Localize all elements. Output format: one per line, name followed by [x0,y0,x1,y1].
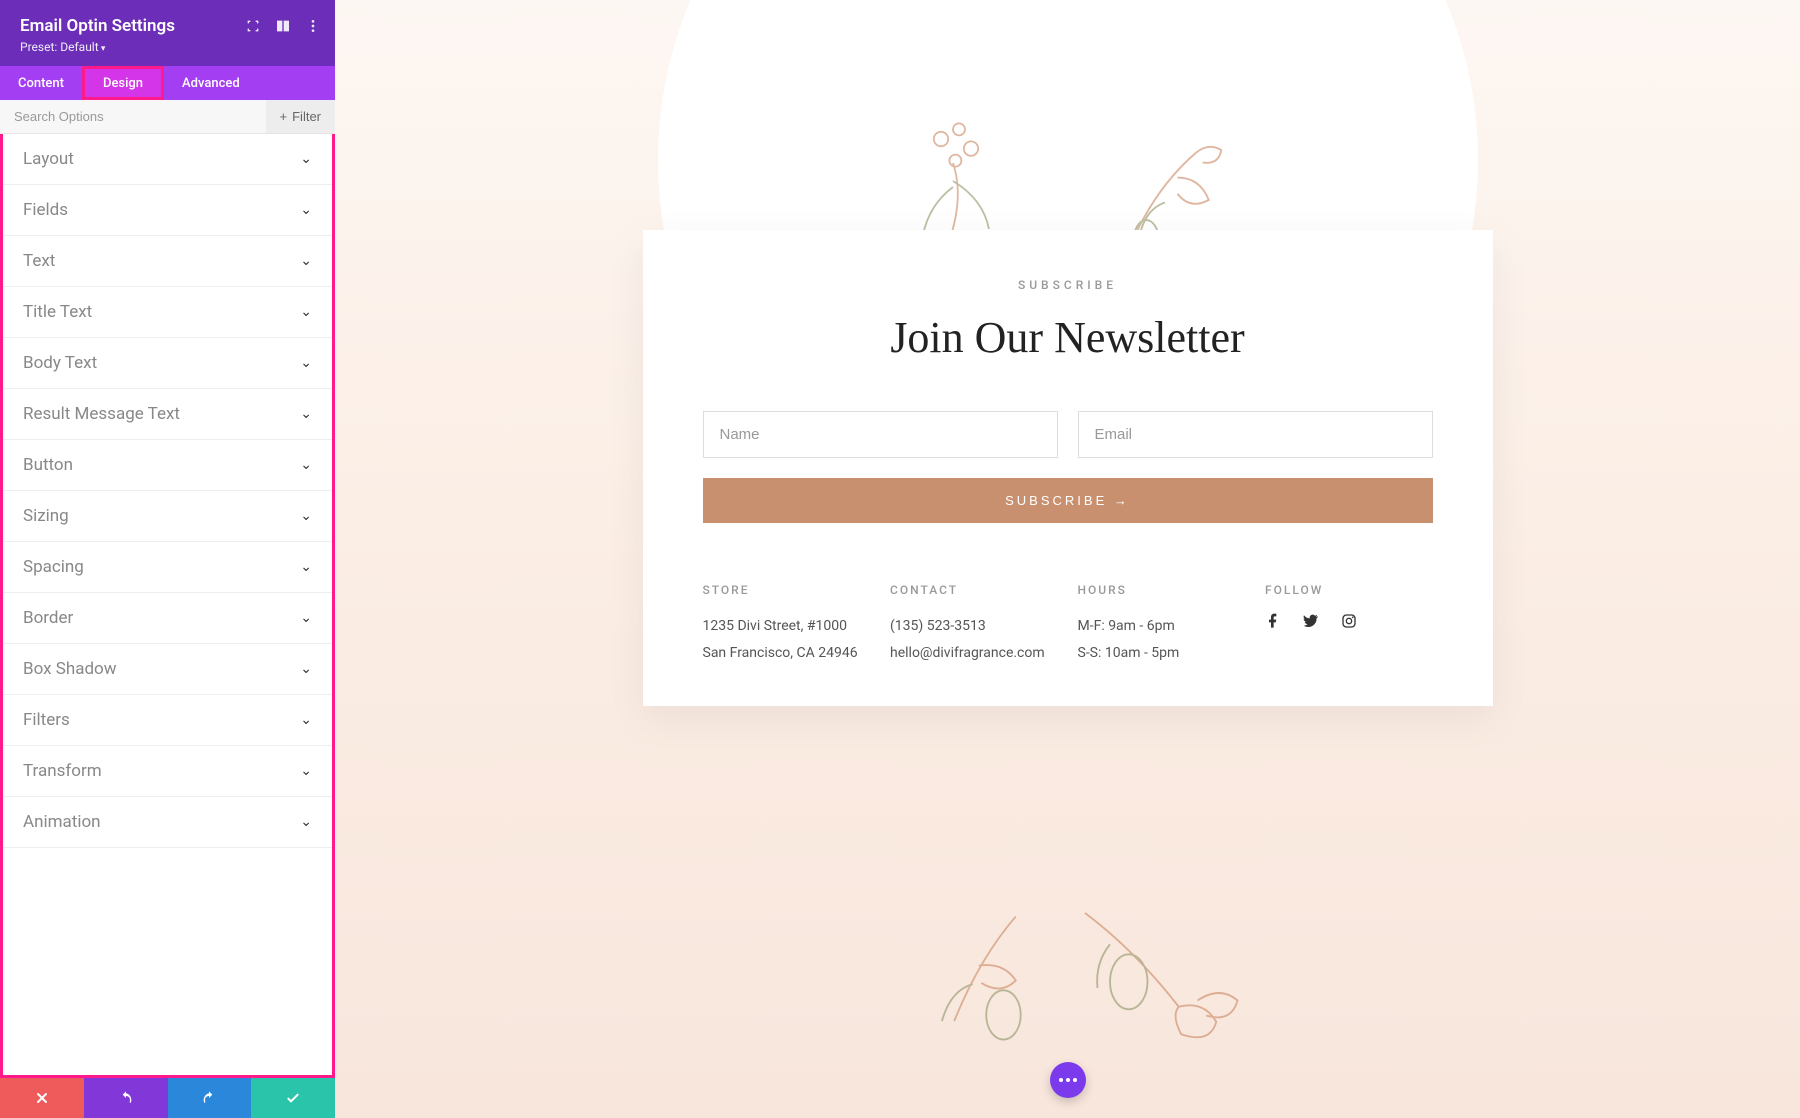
tab-advanced[interactable]: Advanced [164,66,258,100]
footer-info: STORE 1235 Divi Street, #1000 San Franci… [703,583,1433,666]
columns-icon[interactable] [275,18,291,34]
email-field[interactable] [1078,411,1433,458]
search-row: +Filter [0,100,335,134]
subscribe-button[interactable]: SUBSCRIBE → [703,478,1433,523]
panel-header: Email Optin Settings Preset: Default [0,0,335,66]
chevron-down-icon: ⌄ [300,661,312,677]
footer-follow: FOLLOW [1265,583,1433,666]
redo-button[interactable] [168,1078,252,1118]
chevron-down-icon: ⌄ [300,406,312,422]
subscribe-label: SUBSCRIBE [703,278,1433,292]
section-body-text[interactable]: Body Text⌄ [3,338,332,389]
name-field[interactable] [703,411,1058,458]
instagram-icon[interactable] [1341,613,1357,629]
chevron-down-icon: ⌄ [300,610,312,626]
section-title-text[interactable]: Title Text⌄ [3,287,332,338]
chevron-down-icon: ⌄ [300,763,312,779]
footer-contact: CONTACT (135) 523-3513 hello@divifragran… [890,583,1058,666]
section-transform[interactable]: Transform⌄ [3,746,332,797]
floral-decoration [1060,888,1260,1068]
more-icon [1059,1078,1077,1082]
filter-button[interactable]: +Filter [266,100,335,133]
tab-content[interactable]: Content [0,66,82,100]
twitter-icon[interactable] [1303,613,1319,629]
tabs: Content Design Advanced [0,66,335,100]
chevron-down-icon: ⌄ [300,457,312,473]
chevron-down-icon: ⌄ [300,304,312,320]
section-filters[interactable]: Filters⌄ [3,695,332,746]
preview-canvas: SUBSCRIBE Join Our Newsletter SUBSCRIBE … [335,0,1800,1118]
section-layout[interactable]: Layout⌄ [3,134,332,185]
fab-button[interactable] [1050,1062,1086,1098]
expand-icon[interactable] [245,18,261,34]
section-button[interactable]: Button⌄ [3,440,332,491]
more-icon[interactable] [305,18,321,34]
newsletter-title: Join Our Newsletter [703,312,1433,363]
section-animation[interactable]: Animation⌄ [3,797,332,848]
footer-hours: HOURS M-F: 9am - 6pm S-S: 10am - 5pm [1078,583,1246,666]
save-button[interactable] [251,1078,335,1118]
panel-footer [0,1078,335,1118]
chevron-down-icon: ⌄ [300,559,312,575]
chevron-down-icon: ⌄ [300,712,312,728]
chevron-down-icon: ⌄ [300,202,312,218]
tab-design[interactable]: Design [82,66,164,100]
undo-button[interactable] [84,1078,168,1118]
preset-selector[interactable]: Preset: Default [20,40,315,54]
settings-panel: Email Optin Settings Preset: Default Con… [0,0,335,1118]
section-sizing[interactable]: Sizing⌄ [3,491,332,542]
facebook-icon[interactable] [1265,613,1281,629]
chevron-down-icon: ⌄ [300,814,312,830]
chevron-down-icon: ⌄ [300,253,312,269]
search-input[interactable] [0,100,266,133]
chevron-down-icon: ⌄ [300,508,312,524]
section-fields[interactable]: Fields⌄ [3,185,332,236]
cancel-button[interactable] [0,1078,84,1118]
accordion-list: Layout⌄ Fields⌄ Text⌄ Title Text⌄ Body T… [0,134,335,1078]
section-spacing[interactable]: Spacing⌄ [3,542,332,593]
chevron-down-icon: ⌄ [300,355,312,371]
section-border[interactable]: Border⌄ [3,593,332,644]
newsletter-card: SUBSCRIBE Join Our Newsletter SUBSCRIBE … [643,230,1493,706]
section-text[interactable]: Text⌄ [3,236,332,287]
section-box-shadow[interactable]: Box Shadow⌄ [3,644,332,695]
floral-decoration [905,898,1065,1058]
chevron-down-icon: ⌄ [300,151,312,167]
section-result-message[interactable]: Result Message Text⌄ [3,389,332,440]
footer-store: STORE 1235 Divi Street, #1000 San Franci… [703,583,871,666]
